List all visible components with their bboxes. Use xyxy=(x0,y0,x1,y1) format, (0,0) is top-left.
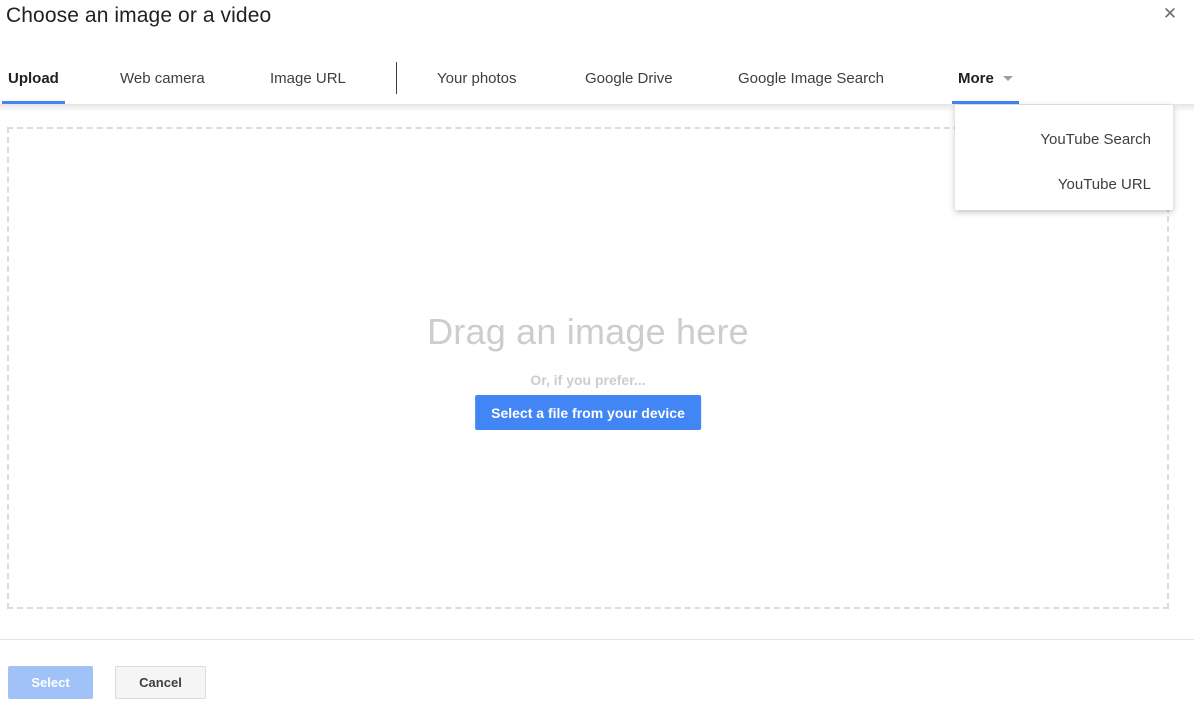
more-dropdown-menu: YouTube Search YouTube URL xyxy=(955,105,1173,210)
chevron-down-icon xyxy=(1002,75,1013,81)
select-file-button[interactable]: Select a file from your device xyxy=(475,395,701,430)
tab-label: Image URL xyxy=(270,69,346,87)
tab-group-divider xyxy=(396,62,397,94)
tab-more[interactable]: More xyxy=(952,52,1019,104)
dropzone-alternative-text: Or, if you prefer... xyxy=(530,372,646,388)
tab-label: Your photos xyxy=(437,69,517,87)
tab-google-image-search[interactable]: Google Image Search xyxy=(732,52,890,104)
tab-google-drive[interactable]: Google Drive xyxy=(579,52,679,104)
tab-bar: Upload Web camera Image URL Your photos … xyxy=(0,52,1194,104)
menu-item-label: YouTube Search xyxy=(1040,131,1151,148)
menu-item-youtube-url[interactable]: YouTube URL xyxy=(1058,174,1151,196)
select-button[interactable]: Select xyxy=(8,666,93,699)
menu-item-label: YouTube URL xyxy=(1057,176,1151,193)
tab-label: Web camera xyxy=(120,69,205,87)
tab-image-url[interactable]: Image URL xyxy=(264,52,352,104)
menu-item-youtube-search[interactable]: YouTube Search xyxy=(1040,129,1151,151)
dialog-footer: Select Cancel xyxy=(0,640,1194,725)
page-title: Choose an image or a video xyxy=(6,4,272,27)
tab-label: Google Image Search xyxy=(738,69,884,87)
tab-web-camera[interactable]: Web camera xyxy=(114,52,211,104)
cancel-button[interactable]: Cancel xyxy=(115,666,206,699)
close-icon[interactable]: ✕ xyxy=(1158,2,1182,26)
dropzone-hint-text: Drag an image here xyxy=(427,311,749,352)
tab-active-indicator xyxy=(2,101,65,104)
tab-your-photos[interactable]: Your photos xyxy=(431,52,523,104)
tab-label: More xyxy=(958,69,994,87)
tab-label: Upload xyxy=(8,69,59,87)
tab-label: Google Drive xyxy=(585,69,673,87)
tab-active-indicator xyxy=(952,101,1019,104)
choose-media-dialog: Choose an image or a video ✕ Upload Web … xyxy=(0,0,1194,725)
tab-upload[interactable]: Upload xyxy=(2,52,65,104)
dialog-header: Choose an image or a video ✕ xyxy=(0,0,1194,48)
